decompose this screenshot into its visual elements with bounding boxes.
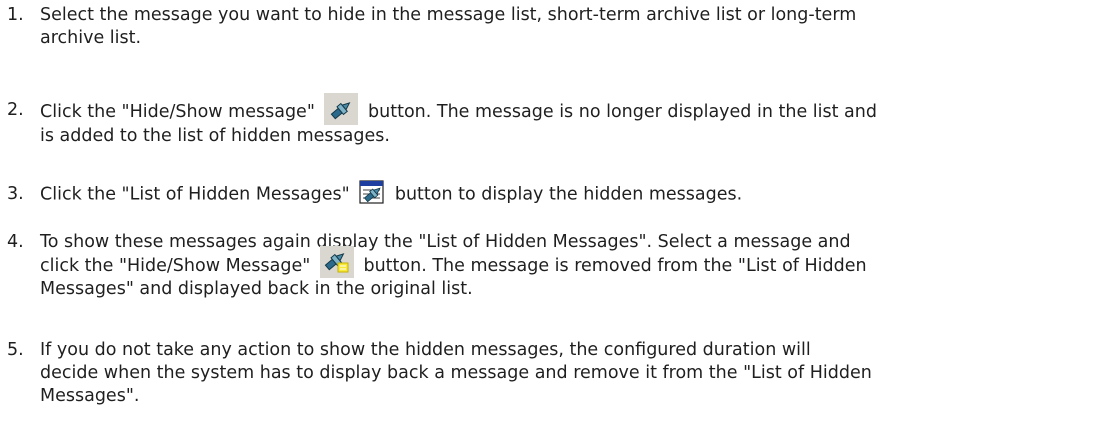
step-number: 5. [7,340,24,360]
step-text: Messages". [40,386,140,406]
step-text: Messages" and displayed back in the orig… [40,279,473,299]
list-of-hidden-messages-icon [357,178,387,206]
hide-show-message-icon [324,93,359,125]
step-text: button. The message is no longer display… [368,102,877,122]
step-text: display the "List of Hidden Messages". S… [316,232,851,252]
step-number: 2. [7,100,24,120]
step-number: 3. [7,184,24,204]
step-text: Click the "List of Hidden Messages" [40,184,350,205]
step-text: archive list. [40,28,142,48]
step-text: If you do not take any action to show th… [40,340,811,360]
step-text: button to display the hidden messages. [394,184,743,205]
step-text: Select the message you want to hide in t… [40,5,857,25]
step-text: click the "Hide/Show Message" [40,256,311,276]
step-text: button. The message is removed from the … [363,256,867,276]
step-number: 4. [7,232,24,252]
step-number: 1. [7,5,24,25]
step-text: To show these messages again [40,232,311,252]
step-text: is added to the list of hidden messages. [40,126,390,146]
show-message-icon [319,246,354,278]
step-text: decide when the system has to display ba… [40,363,872,383]
instruction-list: 1. Select the message you want to hide i… [0,0,1114,421]
step-text: Click the "Hide/Show message" [40,102,315,122]
